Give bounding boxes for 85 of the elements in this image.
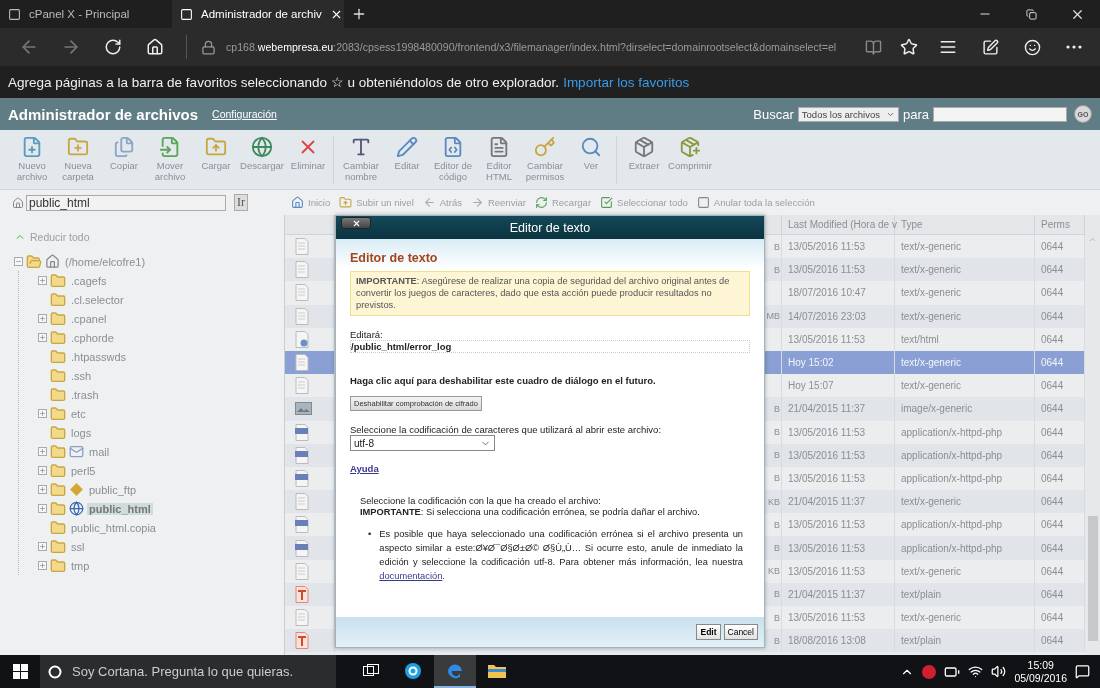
encoding-label: Seleccione la codificación de caracteres que utilizará al abrir este archivo:: [350, 424, 663, 435]
tab-title: Administrador de archiv: [201, 8, 322, 20]
table-cell: Hoy 15:02: [788, 357, 834, 369]
table-cell: text/x-generic: [901, 565, 962, 577]
table-cell: image/x-generic: [901, 403, 973, 415]
table-cell: text/x-generic: [901, 241, 962, 253]
table-cell: 13/05/2016 11:53: [788, 542, 866, 554]
table-cell: text/x-generic: [901, 264, 962, 276]
table-cell: 21/04/2015 11:37: [788, 496, 866, 508]
table-cell: text/x-generic: [901, 287, 962, 299]
dialog-heading: Editor de texto: [350, 251, 439, 265]
table-cell: 0644: [1041, 426, 1064, 438]
table-cell: 21/04/2015 11:37: [788, 588, 866, 600]
table-cell: 0644: [1041, 635, 1064, 647]
table-cell: 0644: [1041, 380, 1064, 392]
table-cell: 13/05/2016 11:53: [788, 519, 866, 531]
table-cell: 18/07/2016 10:47: [788, 287, 866, 299]
size-text: B: [774, 612, 780, 623]
page-title: Administrador de archivos: [8, 105, 199, 123]
table-cell: text/html: [901, 333, 939, 345]
tab-title: cPanel X - Principal: [29, 8, 131, 20]
size-text: B: [774, 264, 780, 275]
note-warning: IMPORTANTE: Si selecciona una codificación errónea, se podría dañar el archivo.: [360, 507, 701, 518]
table-cell: application/x-httpd-php: [901, 472, 1003, 484]
table-cell: 13/05/2016 11:53: [788, 472, 866, 484]
table-cell: 13/05/2016 11:53: [788, 426, 866, 438]
table-cell: application/x-httpd-php: [901, 519, 1003, 531]
note-text: Seleccione la codificación con la que ha creado el archivo:: [360, 496, 602, 507]
table-cell: text/plain: [901, 588, 942, 600]
table-cell: 0644: [1041, 519, 1064, 531]
table-cell: 0644: [1041, 241, 1064, 253]
field-label: Editará:: [350, 329, 384, 340]
table-cell: 13/05/2016 11:53: [788, 264, 866, 276]
size-text: B: [774, 635, 780, 646]
table-cell: text/x-generic: [901, 310, 962, 322]
path-field: /public_html/error_log: [350, 340, 750, 353]
table-cell: text/x-generic: [901, 357, 962, 369]
table-cell: 13/05/2016 11:53: [788, 565, 866, 577]
dialog-title: Editor de texto: [509, 220, 591, 235]
table-cell: 0644: [1041, 588, 1064, 600]
size-text: B: [774, 450, 780, 461]
table-cell: 13/05/2016 11:53: [788, 333, 866, 345]
size-text: B: [774, 543, 780, 554]
table-cell: 0644: [1041, 287, 1064, 299]
table-cell: 13/05/2016 11:53: [788, 449, 866, 461]
table-cell: 0644: [1041, 333, 1064, 345]
table-cell: application/x-httpd-php: [901, 542, 1003, 554]
table-cell: 18/08/2016 13:08: [788, 635, 866, 647]
size-text: B: [774, 241, 780, 252]
table-cell: 0644: [1041, 565, 1064, 577]
url-text: cp168.webempresa.eu:2083/cpsess1998480090/frontend/x3/filemanager/index.html?dirselect=domainrootselect&domainselect=el: [226, 41, 837, 53]
table-cell: 0644: [1041, 403, 1064, 415]
table-cell: 13/05/2016 11:53: [788, 612, 866, 624]
table-cell: 0644: [1041, 357, 1064, 369]
table-cell: text/x-generic: [901, 612, 962, 624]
size-text: B: [774, 519, 780, 530]
table-cell: application/x-httpd-php: [901, 426, 1003, 438]
table-cell: 0644: [1041, 612, 1064, 624]
table-cell: application/x-httpd-php: [901, 449, 1003, 461]
size-text: KB: [768, 566, 780, 577]
table-cell: 0644: [1041, 264, 1064, 276]
table-cell: 0644: [1041, 542, 1064, 554]
table-cell: text/x-generic: [901, 496, 962, 508]
favorites-hint: Agrega páginas a la barra de favoritos seleccionando ☆ u obteniéndolos de otro explorador.: [8, 74, 560, 90]
search-placeholder: Soy Cortana. Pregunta lo que quieras.: [72, 664, 294, 679]
size-text: B: [774, 589, 780, 600]
table-cell: 0644: [1041, 496, 1064, 508]
for-label: para: [902, 106, 929, 122]
size-text: MB: [766, 311, 780, 322]
table-cell: 14/07/2016 23:03: [788, 310, 866, 322]
size-text: KB: [768, 496, 780, 507]
table-cell: Hoy 15:07: [788, 380, 834, 392]
size-text: B: [774, 427, 780, 438]
disable-hint: Haga clic aquí para deshabilitar este cuadro de diálogo en el futuro.: [350, 375, 657, 386]
warning-message: IMPORTANTE: Asegúrese de realizar una copia de seguridad del archivo original antes de convertir los juegos de caracteres, dado que esta acción puede producir resultados no previstos.: [350, 271, 750, 316]
size-text: B: [774, 403, 780, 414]
table-cell: 0644: [1041, 449, 1064, 461]
size-text: B: [774, 473, 780, 484]
table-cell: 21/04/2015 11:37: [788, 403, 866, 415]
table-cell: 0644: [1041, 310, 1064, 322]
table-cell: 13/05/2016 11:53: [788, 241, 866, 253]
table-cell: text/plain: [901, 635, 942, 647]
table-cell: text/x-generic: [901, 380, 962, 392]
search-label: Buscar: [753, 106, 794, 122]
table-cell: 0644: [1041, 472, 1064, 484]
